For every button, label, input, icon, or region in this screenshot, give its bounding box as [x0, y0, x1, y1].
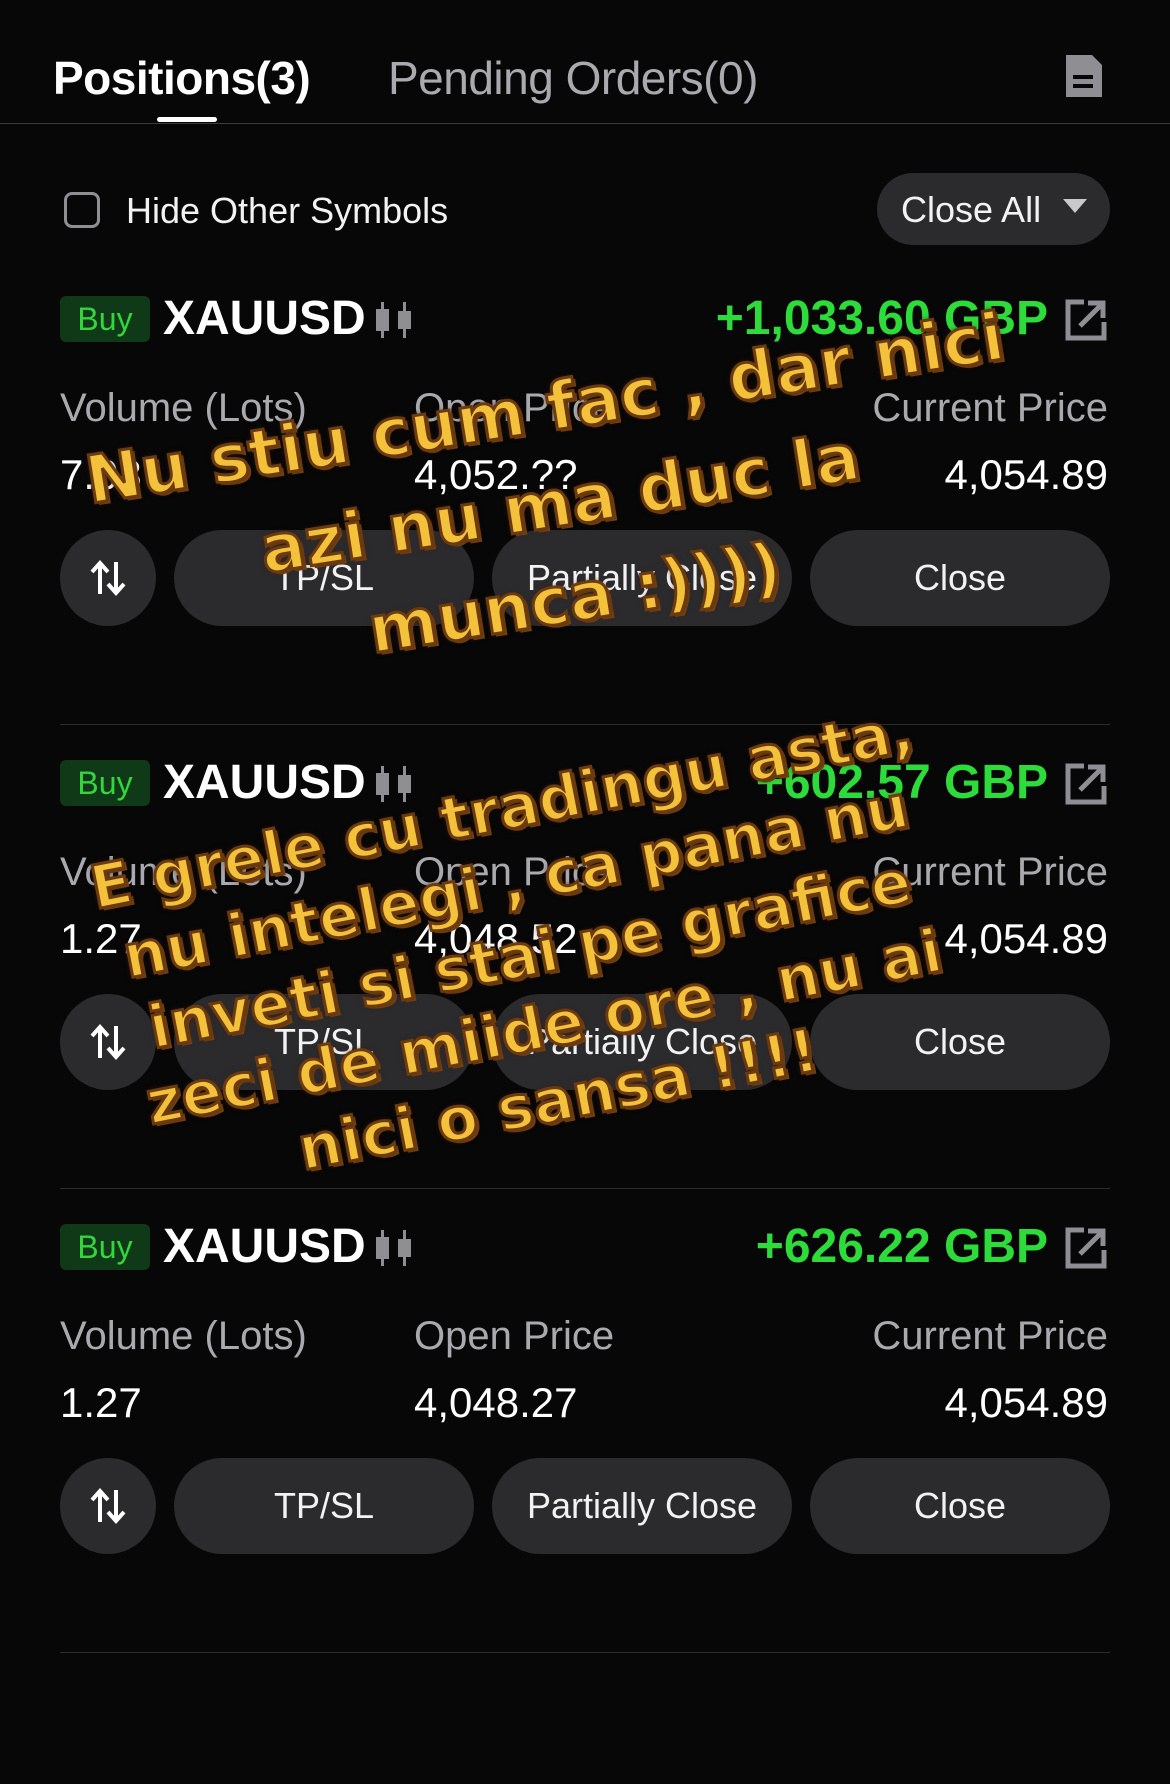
open-price-value: 4,048.27	[414, 1379, 578, 1426]
current-price-value: 4,054.89	[944, 451, 1109, 498]
close-button[interactable]: Close	[810, 1458, 1110, 1554]
position-card: Buy XAUUSD +602.57 GBP Volume (Lots) Ope…	[0, 752, 1170, 1216]
volume-value: 1.27	[60, 1379, 142, 1426]
divider	[60, 724, 1110, 725]
volume-value: 7.08	[60, 451, 142, 498]
document-icon[interactable]	[1062, 53, 1104, 99]
tpsl-button[interactable]: TP/SL	[174, 530, 474, 626]
profit-value: +602.57 GBP	[755, 756, 1048, 809]
reverse-position-button[interactable]	[60, 994, 156, 1090]
partially-close-button[interactable]: Partially Close	[492, 530, 792, 626]
side-badge: Buy	[60, 1224, 150, 1270]
open-price-value: 4,052.??	[414, 451, 578, 498]
symbol-name: XAUUSD	[163, 756, 366, 809]
open-price-label: Open Price	[414, 850, 615, 894]
profit-value: +626.22 GBP	[755, 1220, 1048, 1273]
tab-bar: Positions(3) Pending Orders(0)	[0, 0, 1170, 124]
active-tab-indicator	[157, 117, 217, 122]
hide-other-symbols-label: Hide Other Symbols	[126, 190, 449, 231]
divider	[60, 1188, 1110, 1189]
tpsl-button[interactable]: TP/SL	[174, 994, 474, 1090]
position-header: Buy XAUUSD +626.22 GBP	[0, 1216, 1170, 1276]
candlestick-icon[interactable]	[374, 1230, 414, 1266]
close-button[interactable]: Close	[810, 994, 1110, 1090]
tpsl-button[interactable]: TP/SL	[174, 1458, 474, 1554]
swap-arrows-icon	[90, 1023, 126, 1061]
reverse-position-button[interactable]	[60, 530, 156, 626]
partially-close-button[interactable]: Partially Close	[492, 994, 792, 1090]
close-all-button[interactable]: Close All	[877, 173, 1110, 245]
chevron-down-icon	[1063, 199, 1087, 213]
volume-label: Volume (Lots)	[60, 1314, 307, 1358]
current-price-label: Current Price	[872, 386, 1108, 430]
hide-other-symbols-checkbox[interactable]	[64, 192, 100, 228]
symbol-name: XAUUSD	[163, 292, 366, 345]
share-icon[interactable]	[1064, 1226, 1108, 1270]
candlestick-icon[interactable]	[374, 302, 414, 338]
position-header: Buy XAUUSD +602.57 GBP	[0, 752, 1170, 812]
current-price-label: Current Price	[872, 850, 1108, 894]
current-price-value: 4,054.89	[944, 915, 1109, 962]
partially-close-button[interactable]: Partially Close	[492, 1458, 792, 1554]
tab-pending-orders[interactable]: Pending Orders(0)	[388, 48, 758, 108]
reverse-position-button[interactable]	[60, 1458, 156, 1554]
profit-value: +1,033.60 GBP	[715, 292, 1048, 345]
tab-positions[interactable]: Positions(3)	[53, 48, 311, 108]
swap-arrows-icon	[90, 1487, 126, 1525]
volume-label: Volume (Lots)	[60, 850, 307, 894]
position-card: Buy XAUUSD +626.22 GBP Volume (Lots) Ope…	[0, 1216, 1170, 1680]
share-icon[interactable]	[1064, 298, 1108, 342]
open-price-label: Open Price	[414, 1314, 615, 1358]
swap-arrows-icon	[90, 559, 126, 597]
symbol-name: XAUUSD	[163, 1220, 366, 1273]
close-button[interactable]: Close	[810, 530, 1110, 626]
divider	[60, 1652, 1110, 1653]
close-all-label: Close All	[901, 189, 1042, 230]
position-header: Buy XAUUSD +1,033.60 GBP	[0, 288, 1170, 348]
position-card: Buy XAUUSD +1,033.60 GBP Volume (Lots) O…	[0, 288, 1170, 752]
side-badge: Buy	[60, 760, 150, 806]
side-badge: Buy	[60, 296, 150, 342]
volume-label: Volume (Lots)	[60, 386, 307, 430]
open-price-value: 4,048.52	[414, 915, 578, 962]
current-price-label: Current Price	[872, 1314, 1108, 1358]
volume-value: 1.27	[60, 915, 142, 962]
candlestick-icon[interactable]	[374, 766, 414, 802]
current-price-value: 4,054.89	[944, 1379, 1109, 1426]
open-price-label: Open Price	[414, 386, 615, 430]
share-icon[interactable]	[1064, 762, 1108, 806]
